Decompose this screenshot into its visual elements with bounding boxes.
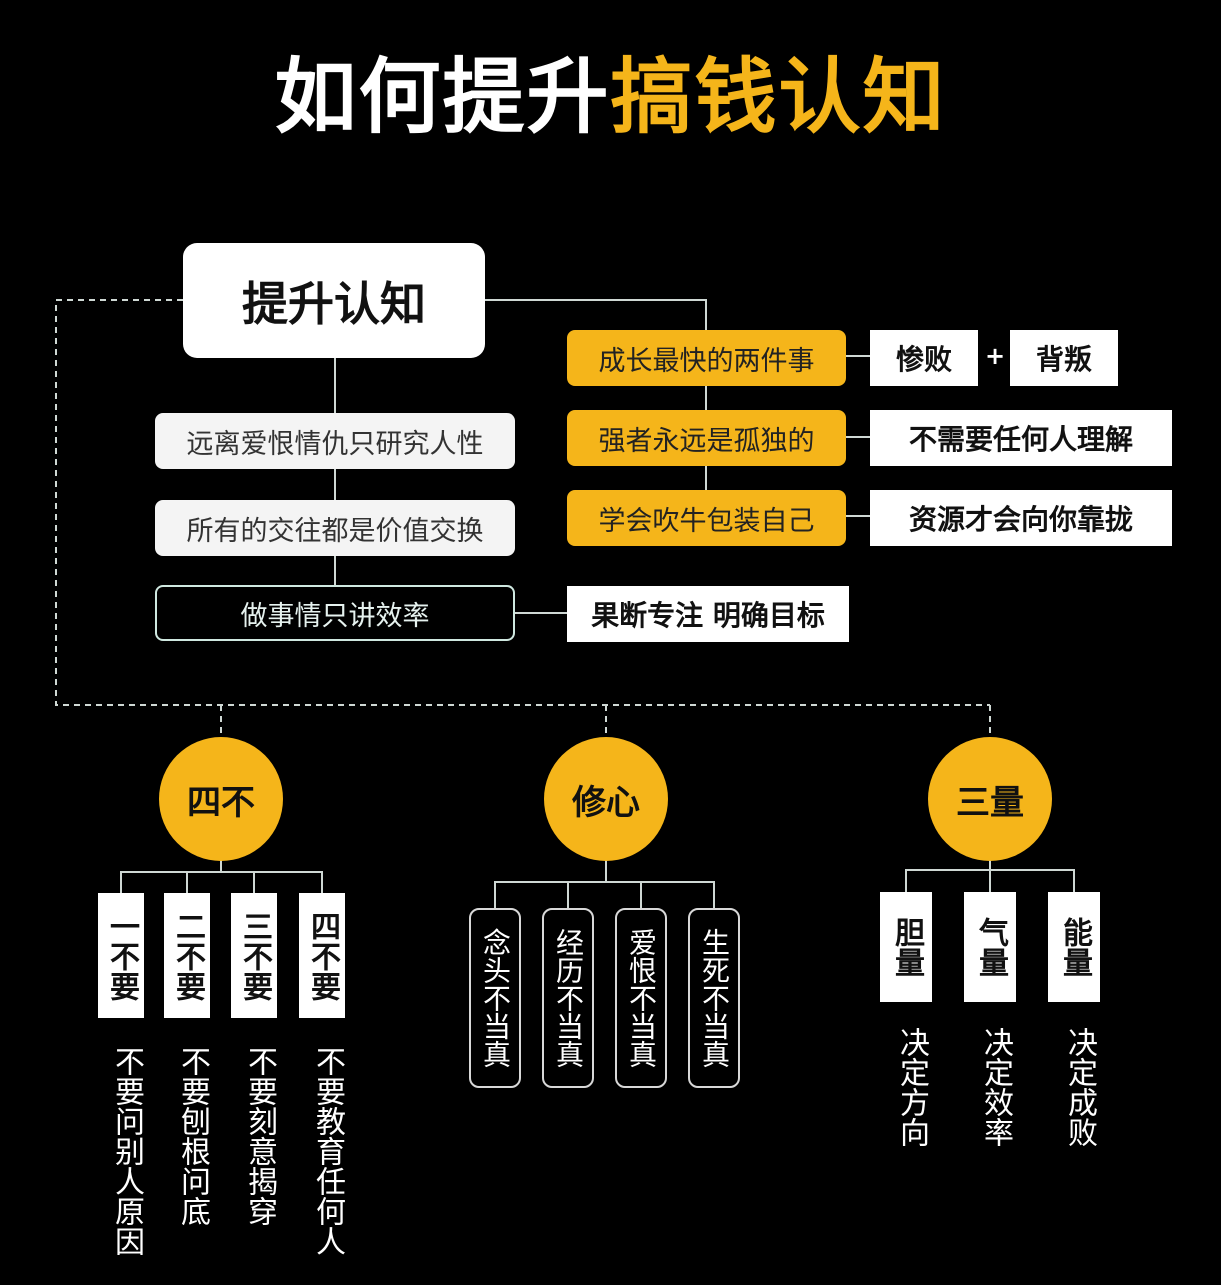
left-item-2: 所有的交往都是价值交换 xyxy=(155,500,515,556)
sibu-tag-1: 一不要 xyxy=(98,893,144,1018)
right-item-1-result-1: 惨败 xyxy=(870,330,978,386)
circle-sanliang: 三量 xyxy=(928,737,1052,861)
xiuxin-item-2: 经历不当真 xyxy=(542,908,594,1088)
sanliang-tag-2: 气量 xyxy=(964,892,1016,1002)
right-item-2: 强者永远是孤独的 xyxy=(567,410,846,466)
sibu-text-1: 不要问别人原因 xyxy=(109,1046,144,1256)
xiuxin-item-1: 念头不当真 xyxy=(469,908,521,1088)
page-title: 如何提升搞钱认知 xyxy=(0,48,1221,148)
right-item-3-result: 资源才会向你靠拢 xyxy=(870,490,1172,546)
xiuxin-item-4: 生死不当真 xyxy=(688,908,740,1088)
right-item-1-result-2: 背叛 xyxy=(1010,330,1118,386)
sanliang-text-2: 决定效率 xyxy=(978,1027,1013,1147)
circle-xiuxin: 修心 xyxy=(544,737,668,861)
sibu-tag-3: 三不要 xyxy=(231,893,277,1018)
left-item-3: 做事情只讲效率 xyxy=(155,585,515,641)
sanliang-tag-1: 胆量 xyxy=(880,892,932,1002)
title-part-1: 如何提升 xyxy=(274,50,611,145)
sibu-text-3: 不要刻意揭穿 xyxy=(242,1046,277,1226)
right-item-1: 成长最快的两件事 xyxy=(567,330,846,386)
title-part-2: 搞钱认知 xyxy=(610,50,947,145)
xiuxin-item-3: 爱恨不当真 xyxy=(615,908,667,1088)
plus-sign: + xyxy=(985,342,1006,370)
sanliang-text-3: 决定成败 xyxy=(1062,1027,1097,1147)
circle-sibu: 四不 xyxy=(159,737,283,861)
sanliang-tag-3: 能量 xyxy=(1048,892,1100,1002)
right-item-3: 学会吹牛包装自己 xyxy=(567,490,846,546)
left-item-3-result: 果断专注 明确目标 xyxy=(567,586,849,642)
root-node: 提升认知 xyxy=(183,243,485,358)
sibu-text-4: 不要教育任何人 xyxy=(310,1046,345,1256)
sibu-text-2: 不要刨根问底 xyxy=(175,1046,210,1226)
sanliang-text-1: 决定方向 xyxy=(894,1027,929,1147)
sibu-tag-4: 四不要 xyxy=(299,893,345,1018)
sibu-tag-2: 二不要 xyxy=(164,893,210,1018)
left-item-1: 远离爱恨情仇只研究人性 xyxy=(155,413,515,469)
right-item-2-result: 不需要任何人理解 xyxy=(870,410,1172,466)
